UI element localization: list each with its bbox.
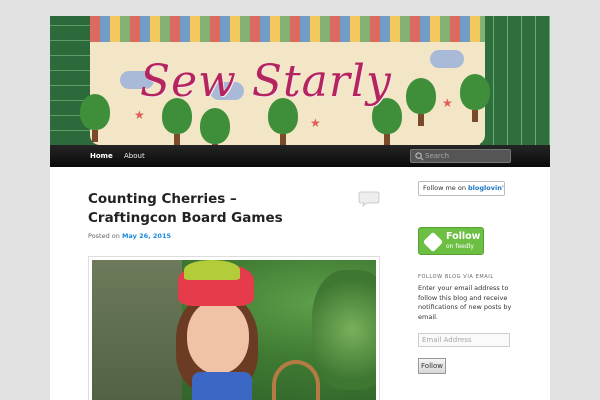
main-nav: Home About [50,145,550,167]
star-icon: ★ [134,108,145,122]
tree-shape [406,78,436,126]
feedly-icon [422,231,444,253]
post-title[interactable]: Counting Cherries – Craftingcon Board Ga… [88,190,328,228]
email-field[interactable] [418,333,510,347]
bloglovin-prefix: Follow me on [423,184,466,192]
post-date-link[interactable]: May 26, 2015 [122,232,171,240]
posted-on-label: Posted on [88,232,120,240]
search-box[interactable] [410,149,511,163]
site-logo[interactable]: Sew Starly [140,56,392,107]
cutting-mat-right [480,16,550,145]
search-icon [415,152,424,161]
tree-shape [460,74,490,122]
star-icon: ★ [442,96,453,110]
star-icon: ★ [310,116,321,130]
tree-shape [80,94,110,142]
bloglovin-follow-button[interactable]: Follow me on bloglovin' [418,181,505,196]
header-banner[interactable]: ★ ★ ★ Sew Starly [50,16,550,145]
post-meta: Posted on May 26, 2015 [88,232,171,240]
cloud-shape [430,50,464,68]
feedly-label: Follow [446,231,481,242]
follow-button[interactable]: Follow [418,358,446,374]
feedly-sublabel: on feedly [446,243,474,250]
post-featured-image[interactable] [88,256,380,400]
follow-blog-title: FOLLOW BLOG VIA EMAIL [418,274,494,280]
nav-item-home[interactable]: Home [90,149,113,163]
girl-photo [92,260,376,400]
nav-item-about[interactable]: About [124,149,145,163]
tree-shape [200,108,230,145]
fabric-trim [90,16,485,42]
comment-bubble-icon[interactable] [358,191,380,207]
feedly-follow-button[interactable]: Follow on feedly [418,227,484,255]
bloglovin-brand: bloglovin' [468,184,504,192]
follow-blog-description: Enter your email address to follow this … [418,284,512,321]
search-input[interactable] [425,150,509,162]
page: ★ ★ ★ Sew Starly Home About Counting Che… [50,16,550,400]
